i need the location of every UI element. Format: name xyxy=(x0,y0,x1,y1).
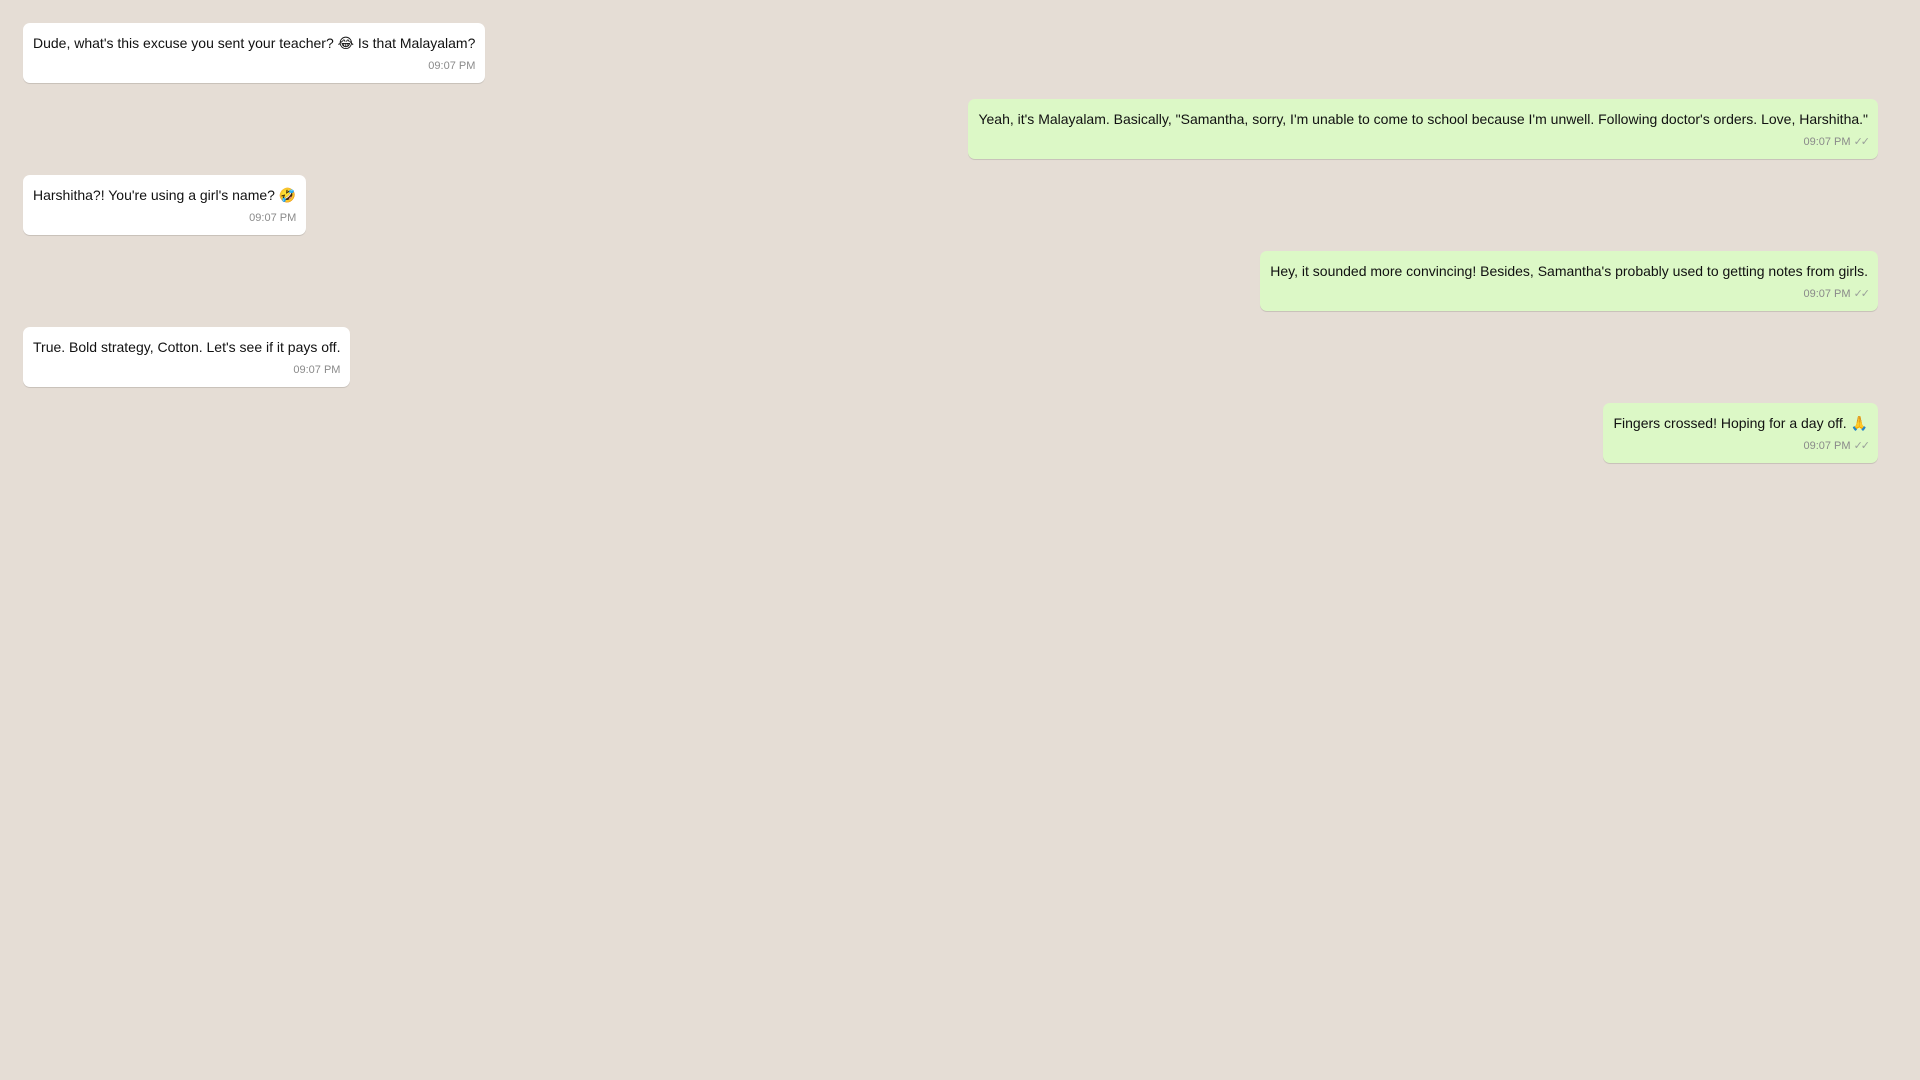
message-bubble-incoming[interactable]: Harshitha?! You're using a girl's name? … xyxy=(23,175,307,235)
message-meta: 09:07 PM xyxy=(33,59,475,73)
message-bubble-incoming[interactable]: True. Bold strategy, Cotton. Let's see i… xyxy=(23,327,351,387)
message-text: Harshitha?! You're using a girl's name? … xyxy=(33,187,297,203)
double-check-icon: ✓✓ xyxy=(1853,440,1871,452)
message-time: 09:07 PM xyxy=(1803,440,1851,452)
message-time: 09:07 PM xyxy=(1803,136,1851,148)
message-time: 09:07 PM xyxy=(249,212,297,224)
double-check-icon: ✓✓ xyxy=(1853,288,1871,300)
message-meta: 09:07 PM ✓✓ xyxy=(1270,287,1871,301)
message-bubble-outgoing[interactable]: Fingers crossed! Hoping for a day off. 🙏… xyxy=(1603,403,1878,463)
message-time: 09:07 PM xyxy=(428,60,476,72)
message-text: Yeah, it's Malayalam. Basically, "Samant… xyxy=(978,111,1868,127)
message-text: Dude, what's this excuse you sent your t… xyxy=(33,35,476,51)
message-bubble-outgoing[interactable]: Hey, it sounded more convincing! Besides… xyxy=(1260,251,1878,311)
double-check-icon: ✓✓ xyxy=(1853,136,1871,148)
message-meta: 09:07 PM xyxy=(33,211,296,225)
message-meta: 09:07 PM ✓✓ xyxy=(1613,439,1871,453)
chat-area: Dude, what's this excuse you sent your t… xyxy=(0,0,1920,1080)
message-text: Hey, it sounded more convincing! Besides… xyxy=(1270,263,1868,279)
message-time: 09:07 PM xyxy=(1803,288,1851,300)
message-meta: 09:07 PM ✓✓ xyxy=(978,135,1871,149)
message-meta: 09:07 PM xyxy=(33,363,340,377)
message-bubble-incoming[interactable]: Dude, what's this excuse you sent your t… xyxy=(23,23,486,83)
message-text: True. Bold strategy, Cotton. Let's see i… xyxy=(33,339,341,355)
message-time: 09:07 PM xyxy=(293,364,341,376)
message-text: Fingers crossed! Hoping for a day off. 🙏 xyxy=(1613,415,1868,431)
message-bubble-outgoing[interactable]: Yeah, it's Malayalam. Basically, "Samant… xyxy=(968,99,1878,159)
